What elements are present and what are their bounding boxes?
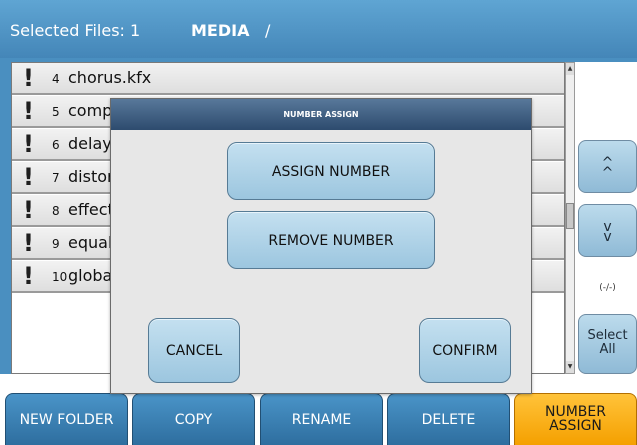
file-number: 8 [52, 204, 60, 218]
page-indicator: (-/-) [599, 283, 616, 293]
number-assign-label-line2: ASSIGN [549, 418, 602, 434]
page-down-button[interactable]: v v [578, 204, 637, 257]
exclamation-icon: ! [23, 262, 34, 290]
list-scrollbar[interactable]: ▲ ▼ [565, 62, 575, 374]
file-name: chorus.kfx [68, 68, 152, 87]
file-number: 9 [52, 237, 60, 251]
exclamation-icon: ! [23, 64, 34, 92]
cancel-button[interactable]: CANCEL [148, 318, 240, 383]
file-number: 7 [52, 171, 60, 185]
chevron-down-icon: v [603, 229, 612, 245]
assign-number-button[interactable]: ASSIGN NUMBER [227, 142, 435, 200]
file-number: 10 [52, 270, 68, 284]
tab-delete[interactable]: DELETE [387, 393, 510, 445]
exclamation-icon: ! [23, 97, 34, 125]
dialog-title: NUMBER ASSIGN [111, 99, 531, 130]
tab-rename[interactable]: RENAME [260, 393, 383, 445]
path-label: / [265, 21, 271, 40]
confirm-button[interactable]: CONFIRM [419, 318, 511, 383]
device-label: MEDIA [191, 21, 250, 40]
list-item[interactable]: ! 4 chorus.kfx [12, 63, 564, 95]
select-all-label-line2: All [599, 342, 616, 357]
file-number: 4 [52, 72, 60, 86]
page-up-button[interactable]: ^ ^ [578, 140, 637, 193]
scroll-down-arrow-icon[interactable]: ▼ [566, 361, 574, 373]
remove-number-button[interactable]: REMOVE NUMBER [227, 211, 435, 269]
chevron-up-icon: ^ [601, 165, 614, 181]
tab-number-assign[interactable]: NUMBER ASSIGN [514, 393, 637, 445]
number-assign-label-line1: NUMBER [545, 404, 606, 420]
tab-new-folder[interactable]: NEW FOLDER [5, 393, 128, 445]
file-number: 5 [52, 105, 60, 119]
file-number: 6 [52, 138, 60, 152]
select-all-button[interactable]: Select All [578, 314, 637, 374]
scroll-up-arrow-icon[interactable]: ▲ [566, 63, 574, 75]
file-name: globa [68, 266, 113, 285]
exclamation-icon: ! [23, 130, 34, 158]
scrollbar-thumb[interactable] [566, 203, 574, 229]
selected-files-label: Selected Files: 1 [10, 21, 141, 40]
tab-copy[interactable]: COPY [132, 393, 255, 445]
exclamation-icon: ! [23, 163, 34, 191]
exclamation-icon: ! [23, 229, 34, 257]
select-all-label-line1: Select [587, 328, 628, 343]
media-browser-screen: Selected Files: 1 MEDIA / ! 4 chorus.kfx… [0, 0, 637, 445]
exclamation-icon: ! [23, 196, 34, 224]
number-assign-dialog: NUMBER ASSIGN ASSIGN NUMBER REMOVE NUMBE… [110, 98, 532, 394]
header-bar: Selected Files: 1 MEDIA / [0, 0, 637, 58]
